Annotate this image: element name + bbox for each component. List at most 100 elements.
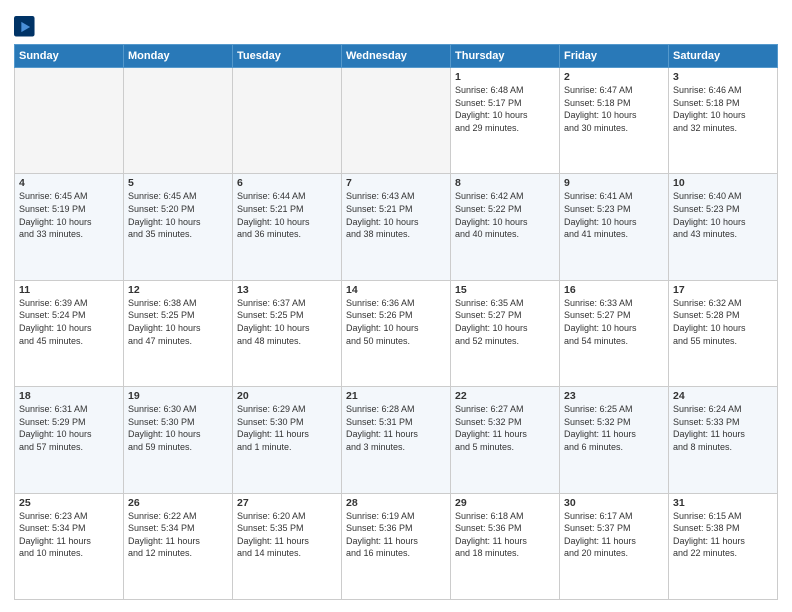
- header: [14, 12, 778, 38]
- day-number: 13: [237, 284, 337, 296]
- day-info: Sunrise: 6:42 AM Sunset: 5:22 PM Dayligh…: [455, 190, 555, 240]
- day-info: Sunrise: 6:39 AM Sunset: 5:24 PM Dayligh…: [19, 297, 119, 347]
- day-cell: 7Sunrise: 6:43 AM Sunset: 5:21 PM Daylig…: [342, 174, 451, 280]
- week-row-3: 11Sunrise: 6:39 AM Sunset: 5:24 PM Dayli…: [15, 280, 778, 386]
- day-number: 22: [455, 390, 555, 402]
- day-info: Sunrise: 6:22 AM Sunset: 5:34 PM Dayligh…: [128, 510, 228, 560]
- week-row-1: 1Sunrise: 6:48 AM Sunset: 5:17 PM Daylig…: [15, 68, 778, 174]
- day-info: Sunrise: 6:44 AM Sunset: 5:21 PM Dayligh…: [237, 190, 337, 240]
- col-header-tuesday: Tuesday: [233, 45, 342, 68]
- day-cell: 15Sunrise: 6:35 AM Sunset: 5:27 PM Dayli…: [451, 280, 560, 386]
- day-cell: 27Sunrise: 6:20 AM Sunset: 5:35 PM Dayli…: [233, 493, 342, 599]
- day-info: Sunrise: 6:31 AM Sunset: 5:29 PM Dayligh…: [19, 403, 119, 453]
- day-number: 29: [455, 497, 555, 509]
- day-cell: 13Sunrise: 6:37 AM Sunset: 5:25 PM Dayli…: [233, 280, 342, 386]
- day-info: Sunrise: 6:45 AM Sunset: 5:19 PM Dayligh…: [19, 190, 119, 240]
- day-cell: 11Sunrise: 6:39 AM Sunset: 5:24 PM Dayli…: [15, 280, 124, 386]
- day-number: 30: [564, 497, 664, 509]
- week-row-4: 18Sunrise: 6:31 AM Sunset: 5:29 PM Dayli…: [15, 387, 778, 493]
- day-cell: 2Sunrise: 6:47 AM Sunset: 5:18 PM Daylig…: [560, 68, 669, 174]
- logo-icon: [14, 16, 36, 38]
- day-number: 31: [673, 497, 773, 509]
- day-cell: 16Sunrise: 6:33 AM Sunset: 5:27 PM Dayli…: [560, 280, 669, 386]
- day-number: 28: [346, 497, 446, 509]
- day-number: 8: [455, 177, 555, 189]
- day-cell: [15, 68, 124, 174]
- day-cell: 1Sunrise: 6:48 AM Sunset: 5:17 PM Daylig…: [451, 68, 560, 174]
- day-number: 11: [19, 284, 119, 296]
- day-cell: 14Sunrise: 6:36 AM Sunset: 5:26 PM Dayli…: [342, 280, 451, 386]
- header-row: SundayMondayTuesdayWednesdayThursdayFrid…: [15, 45, 778, 68]
- day-cell: [124, 68, 233, 174]
- day-cell: 10Sunrise: 6:40 AM Sunset: 5:23 PM Dayli…: [669, 174, 778, 280]
- day-cell: [342, 68, 451, 174]
- day-number: 7: [346, 177, 446, 189]
- day-info: Sunrise: 6:45 AM Sunset: 5:20 PM Dayligh…: [128, 190, 228, 240]
- day-cell: [233, 68, 342, 174]
- day-info: Sunrise: 6:28 AM Sunset: 5:31 PM Dayligh…: [346, 403, 446, 453]
- day-number: 19: [128, 390, 228, 402]
- day-cell: 5Sunrise: 6:45 AM Sunset: 5:20 PM Daylig…: [124, 174, 233, 280]
- day-info: Sunrise: 6:29 AM Sunset: 5:30 PM Dayligh…: [237, 403, 337, 453]
- day-number: 15: [455, 284, 555, 296]
- day-number: 26: [128, 497, 228, 509]
- day-number: 1: [455, 71, 555, 83]
- day-cell: 24Sunrise: 6:24 AM Sunset: 5:33 PM Dayli…: [669, 387, 778, 493]
- day-number: 3: [673, 71, 773, 83]
- day-info: Sunrise: 6:48 AM Sunset: 5:17 PM Dayligh…: [455, 84, 555, 134]
- day-cell: 19Sunrise: 6:30 AM Sunset: 5:30 PM Dayli…: [124, 387, 233, 493]
- day-number: 24: [673, 390, 773, 402]
- day-cell: 30Sunrise: 6:17 AM Sunset: 5:37 PM Dayli…: [560, 493, 669, 599]
- day-cell: 4Sunrise: 6:45 AM Sunset: 5:19 PM Daylig…: [15, 174, 124, 280]
- day-number: 5: [128, 177, 228, 189]
- week-row-2: 4Sunrise: 6:45 AM Sunset: 5:19 PM Daylig…: [15, 174, 778, 280]
- day-info: Sunrise: 6:36 AM Sunset: 5:26 PM Dayligh…: [346, 297, 446, 347]
- day-info: Sunrise: 6:17 AM Sunset: 5:37 PM Dayligh…: [564, 510, 664, 560]
- page: SundayMondayTuesdayWednesdayThursdayFrid…: [0, 0, 792, 612]
- day-number: 4: [19, 177, 119, 189]
- day-cell: 12Sunrise: 6:38 AM Sunset: 5:25 PM Dayli…: [124, 280, 233, 386]
- day-info: Sunrise: 6:35 AM Sunset: 5:27 PM Dayligh…: [455, 297, 555, 347]
- day-cell: 31Sunrise: 6:15 AM Sunset: 5:38 PM Dayli…: [669, 493, 778, 599]
- day-info: Sunrise: 6:33 AM Sunset: 5:27 PM Dayligh…: [564, 297, 664, 347]
- day-cell: 29Sunrise: 6:18 AM Sunset: 5:36 PM Dayli…: [451, 493, 560, 599]
- day-number: 16: [564, 284, 664, 296]
- week-row-5: 25Sunrise: 6:23 AM Sunset: 5:34 PM Dayli…: [15, 493, 778, 599]
- col-header-monday: Monday: [124, 45, 233, 68]
- day-cell: 8Sunrise: 6:42 AM Sunset: 5:22 PM Daylig…: [451, 174, 560, 280]
- logo: [14, 12, 40, 38]
- day-info: Sunrise: 6:46 AM Sunset: 5:18 PM Dayligh…: [673, 84, 773, 134]
- day-cell: 17Sunrise: 6:32 AM Sunset: 5:28 PM Dayli…: [669, 280, 778, 386]
- day-number: 14: [346, 284, 446, 296]
- day-info: Sunrise: 6:43 AM Sunset: 5:21 PM Dayligh…: [346, 190, 446, 240]
- day-cell: 6Sunrise: 6:44 AM Sunset: 5:21 PM Daylig…: [233, 174, 342, 280]
- day-cell: 20Sunrise: 6:29 AM Sunset: 5:30 PM Dayli…: [233, 387, 342, 493]
- day-cell: 9Sunrise: 6:41 AM Sunset: 5:23 PM Daylig…: [560, 174, 669, 280]
- col-header-friday: Friday: [560, 45, 669, 68]
- day-info: Sunrise: 6:19 AM Sunset: 5:36 PM Dayligh…: [346, 510, 446, 560]
- day-cell: 25Sunrise: 6:23 AM Sunset: 5:34 PM Dayli…: [15, 493, 124, 599]
- calendar-table: SundayMondayTuesdayWednesdayThursdayFrid…: [14, 44, 778, 600]
- day-number: 10: [673, 177, 773, 189]
- day-cell: 18Sunrise: 6:31 AM Sunset: 5:29 PM Dayli…: [15, 387, 124, 493]
- day-number: 2: [564, 71, 664, 83]
- day-info: Sunrise: 6:25 AM Sunset: 5:32 PM Dayligh…: [564, 403, 664, 453]
- day-info: Sunrise: 6:24 AM Sunset: 5:33 PM Dayligh…: [673, 403, 773, 453]
- day-info: Sunrise: 6:47 AM Sunset: 5:18 PM Dayligh…: [564, 84, 664, 134]
- day-cell: 28Sunrise: 6:19 AM Sunset: 5:36 PM Dayli…: [342, 493, 451, 599]
- day-number: 23: [564, 390, 664, 402]
- day-number: 25: [19, 497, 119, 509]
- day-info: Sunrise: 6:37 AM Sunset: 5:25 PM Dayligh…: [237, 297, 337, 347]
- day-info: Sunrise: 6:32 AM Sunset: 5:28 PM Dayligh…: [673, 297, 773, 347]
- day-info: Sunrise: 6:18 AM Sunset: 5:36 PM Dayligh…: [455, 510, 555, 560]
- col-header-sunday: Sunday: [15, 45, 124, 68]
- col-header-wednesday: Wednesday: [342, 45, 451, 68]
- day-cell: 23Sunrise: 6:25 AM Sunset: 5:32 PM Dayli…: [560, 387, 669, 493]
- day-info: Sunrise: 6:27 AM Sunset: 5:32 PM Dayligh…: [455, 403, 555, 453]
- day-number: 18: [19, 390, 119, 402]
- day-number: 12: [128, 284, 228, 296]
- day-number: 27: [237, 497, 337, 509]
- day-cell: 26Sunrise: 6:22 AM Sunset: 5:34 PM Dayli…: [124, 493, 233, 599]
- day-info: Sunrise: 6:23 AM Sunset: 5:34 PM Dayligh…: [19, 510, 119, 560]
- day-number: 9: [564, 177, 664, 189]
